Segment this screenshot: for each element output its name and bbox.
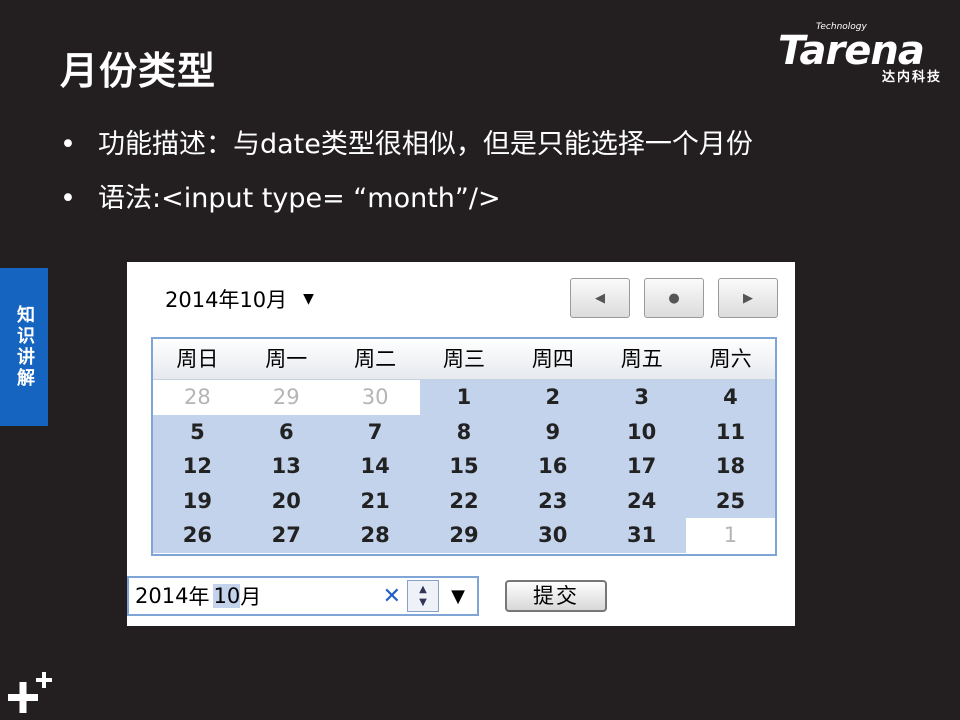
weekday-label: 周一 — [265, 347, 308, 371]
day-cell[interactable]: 11 — [686, 414, 775, 450]
arrow-right-icon: ▶ — [743, 290, 753, 306]
day-cell[interactable]: 16 — [508, 449, 598, 484]
calendar-month-select[interactable]: 2014年10月 ▼ — [165, 284, 314, 314]
bullet-list: 功能描述：与date类型很相似，但是只能选择一个月份 语法:<input typ… — [60, 118, 753, 226]
day-cell[interactable]: 3 — [597, 380, 687, 415]
clear-icon[interactable]: ✕ — [383, 584, 401, 609]
calendar-month-label: 2014年10月 — [165, 288, 288, 312]
bullet-syntax: 语法:<input type= “month”/> — [60, 172, 753, 226]
logo-chinese-text: 达内科技 — [881, 70, 942, 85]
day-cell[interactable]: 29 — [419, 518, 509, 553]
weekday-label: 周四 — [531, 347, 574, 371]
day-cell[interactable]: 28 — [330, 518, 420, 553]
weekday-label: 周日 — [176, 347, 219, 371]
day-cell[interactable]: 17 — [597, 449, 687, 484]
spinner[interactable]: ▲ ▼ — [407, 580, 439, 612]
day-cell[interactable]: 8 — [419, 414, 509, 450]
day-cell[interactable]: 1 — [419, 380, 509, 415]
day-cell[interactable]: 27 — [241, 518, 331, 553]
weekday-label: 周二 — [354, 347, 397, 371]
weekday-label: 周三 — [443, 347, 485, 371]
today-button[interactable]: ● — [644, 278, 704, 318]
day-cells: 28 29 30 1 2 3 4 5 6 7 8 9 10 11 12 13 14 15 16 17 18 19 20 21 2… — [153, 380, 775, 553]
day-cell[interactable]: 6 — [241, 414, 331, 450]
plus-logo-icon — [8, 672, 52, 713]
year-unit: 年 — [188, 585, 210, 609]
year-segment[interactable]: 2014 — [135, 584, 188, 608]
bullet-description: 功能描述：与date类型很相似，但是只能选择一个月份 — [60, 118, 753, 172]
dropdown-arrow-icon: ▼ — [303, 291, 314, 307]
next-month-button[interactable]: ▶ — [718, 278, 778, 318]
prev-month-button[interactable]: ◀ — [570, 278, 630, 318]
day-cell[interactable]: 15 — [419, 449, 509, 484]
spin-down-icon[interactable]: ▼ — [419, 596, 427, 609]
day-cell[interactable]: 24 — [597, 483, 687, 519]
dot-icon: ● — [668, 290, 680, 306]
day-cell[interactable]: 4 — [686, 380, 775, 415]
arrow-left-icon: ◀ — [595, 290, 605, 306]
day-cell[interactable]: 13 — [241, 449, 331, 484]
day-cell[interactable]: 7 — [330, 414, 420, 450]
day-cell[interactable]: 31 — [597, 518, 687, 553]
day-cell[interactable]: 2 — [508, 380, 598, 415]
day-cell[interactable]: 25 — [686, 483, 775, 519]
calendar-grid: 周日 周一 周二 周三 周四 周五 周六 28 29 30 1 2 3 4 5 6 7 8 9 10 11 12 13 14… — [151, 337, 777, 556]
month-input[interactable]: 2014 年 10 月 ✕ ▲ ▼ ▼ — [127, 576, 479, 616]
day-cell[interactable]: 21 — [330, 483, 420, 519]
day-cell[interactable]: 20 — [241, 483, 331, 519]
submit-button[interactable]: 提交 — [505, 580, 607, 612]
spin-up-icon[interactable]: ▲ — [419, 583, 427, 596]
day-cell[interactable]: 30 — [508, 518, 598, 553]
day-cell[interactable]: 14 — [330, 449, 420, 484]
slide-title: 月份类型 — [60, 49, 217, 93]
day-cell[interactable]: 18 — [686, 449, 775, 484]
day-cell[interactable]: 9 — [508, 414, 598, 450]
day-cell[interactable]: 23 — [508, 483, 598, 519]
day-cell[interactable]: 10 — [597, 414, 687, 450]
weekday-label: 周五 — [620, 347, 663, 371]
side-tab: 知识讲解 — [0, 268, 48, 426]
weekday-label: 周六 — [709, 347, 752, 371]
month-unit: 月 — [240, 585, 262, 609]
day-cell-other-month[interactable]: 28 — [153, 380, 242, 415]
day-cell[interactable]: 5 — [153, 414, 242, 450]
day-cell-other-month[interactable]: 29 — [241, 380, 331, 415]
day-cell[interactable]: 12 — [153, 449, 242, 484]
month-segment[interactable]: 10 — [213, 584, 241, 608]
day-cell[interactable]: 19 — [153, 483, 242, 519]
month-picker-demo: 2014年10月 ▼ ◀ ● ▶ 周日 周一 周二 周三 周四 周五 周六 28 29 30 1 2… — [127, 262, 795, 626]
day-cell[interactable]: 26 — [153, 518, 242, 553]
side-tab-label: 知识讲解 — [14, 305, 35, 389]
tarena-logo: Technology Tarena 达内科技 — [778, 22, 948, 85]
day-cell-other-month[interactable]: 1 — [686, 518, 775, 553]
day-cell[interactable]: 22 — [419, 483, 509, 519]
dropdown-toggle-icon[interactable]: ▼ — [439, 586, 477, 607]
weekday-header-row: 周日 周一 周二 周三 周四 周五 周六 — [153, 339, 775, 380]
day-cell-other-month[interactable]: 30 — [330, 380, 420, 415]
